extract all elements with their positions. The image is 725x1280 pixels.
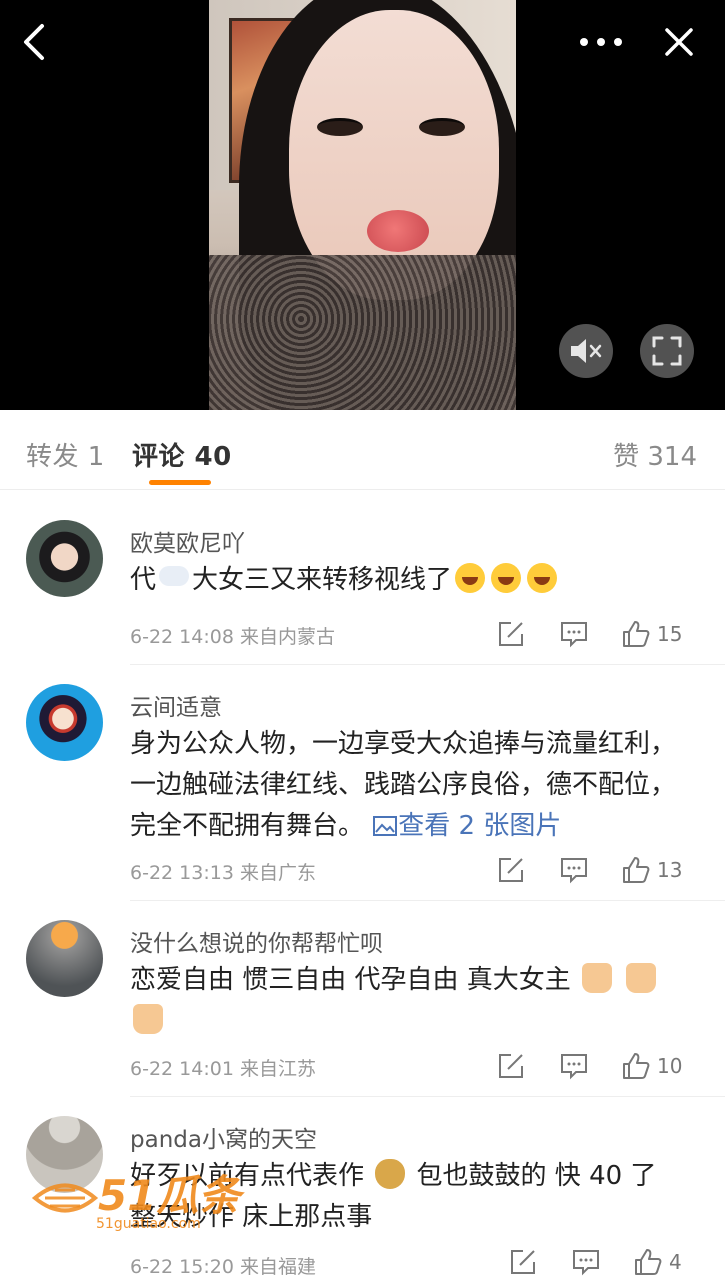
chevron-left-icon (24, 24, 44, 60)
fullscreen-button[interactable] (640, 324, 694, 378)
like-count: 4 (669, 1250, 682, 1274)
video-player[interactable] (0, 0, 725, 410)
video-lips (367, 210, 429, 252)
divider (130, 664, 725, 665)
back-button[interactable] (14, 22, 54, 62)
like-button[interactable]: 13 (621, 852, 682, 888)
comment-text-part: 包也鼓鼓的 快 40 了 (416, 1161, 657, 1191)
comment-text-part: 代 (130, 565, 157, 595)
comment-bubble-icon (573, 1250, 599, 1276)
like-count: 10 (657, 1054, 683, 1078)
repost-button[interactable] (497, 1048, 525, 1084)
like-button[interactable]: 15 (621, 616, 682, 652)
active-tab-indicator (149, 480, 211, 485)
video-frame[interactable] (209, 0, 516, 410)
comment-tabs: 转发 1 评论 40 赞 314 (0, 410, 725, 490)
commenter-name[interactable]: panda小窝的天空 (130, 1120, 317, 1154)
view-images-link[interactable]: 查看 2 张图片 (372, 811, 561, 841)
share-edit-icon (511, 1250, 535, 1274)
muted-speaker-icon (571, 339, 602, 363)
comment-item: 云间适意 身为公众人物，一边享受大众追捧与流量红利，一边触碰法律红线、践踏公序良… (0, 666, 725, 901)
comment-bubble-icon (561, 858, 587, 884)
video-eye-right (419, 118, 465, 136)
view-images-label: 查看 2 张图片 (398, 811, 562, 841)
laugh-cry-emoji-icon (455, 563, 486, 593)
watermark: 51瓜条 51guatiao.com (30, 1160, 255, 1240)
commenter-name[interactable]: 没什么想说的你帮帮忙呗 (130, 924, 383, 958)
commenter-name[interactable]: 云间适意 (130, 688, 222, 722)
watermark-logo-text: 51瓜条 (98, 1171, 241, 1220)
comment-text: 代 大女三又来转移视线了 (130, 560, 690, 601)
comment-item: 没什么想说的你帮帮忙呗 恋爱自由 惯三自由 代孕自由 真大女主 6-22 14:… (0, 902, 725, 1097)
image-icon (373, 816, 398, 836)
money-bag-emoji-icon (375, 1159, 406, 1189)
tab-comment[interactable]: 评论 40 (132, 436, 232, 473)
divider (130, 1096, 725, 1097)
comment-meta: 6-22 15:20 来自福建 (130, 1256, 316, 1278)
thumbs-up-icon (623, 857, 650, 883)
divider (130, 900, 725, 901)
reply-button[interactable] (559, 1048, 589, 1084)
thumbs-up-icon (623, 1053, 650, 1079)
cloud-emoji-icon (159, 566, 190, 586)
reply-button[interactable] (571, 1244, 601, 1280)
close-icon (665, 28, 693, 56)
watermark-logo-icon (31, 1183, 99, 1213)
comment-actions: 13 (485, 852, 725, 888)
comment-actions: 10 (485, 1048, 725, 1084)
thumbs-up-emoji-icon (626, 963, 657, 993)
thumbs-up-icon (635, 1249, 662, 1275)
more-dots-icon (580, 38, 622, 46)
like-count: 15 (657, 622, 683, 646)
thumbs-up-emoji-icon (133, 1004, 163, 1034)
watermark-url: 51guatiao.com (96, 1216, 201, 1232)
reply-button[interactable] (559, 852, 589, 888)
close-button[interactable] (659, 22, 699, 62)
reply-button[interactable] (559, 616, 589, 652)
like-count: 13 (657, 858, 683, 882)
laugh-cry-emoji-icon (491, 563, 522, 593)
avatar[interactable] (26, 920, 103, 997)
share-edit-icon (499, 858, 523, 882)
comment-meta: 6-22 13:13 来自广东 (130, 862, 316, 884)
mute-button[interactable] (559, 324, 613, 378)
video-eye-left (317, 118, 363, 136)
avatar[interactable] (26, 520, 103, 597)
laugh-cry-emoji-icon (527, 563, 558, 593)
repost-button[interactable] (497, 616, 525, 652)
avatar[interactable] (26, 684, 103, 761)
comment-item: 欧莫欧尼吖 代 大女三又来转移视线了 6-22 14:08 来自内蒙古 15 (0, 500, 725, 665)
comment-text: 恋爱自由 惯三自由 代孕自由 真大女主 (130, 960, 690, 1042)
video-lace (209, 255, 516, 410)
repost-button[interactable] (509, 1244, 537, 1280)
comment-text-part: 恋爱自由 惯三自由 代孕自由 真大女主 (130, 965, 571, 995)
fullscreen-icon (652, 336, 682, 366)
share-edit-icon (499, 1054, 523, 1078)
repost-button[interactable] (497, 852, 525, 888)
comment-bubble-icon (561, 1054, 587, 1080)
thumbs-up-emoji-icon (582, 963, 613, 993)
tab-like[interactable]: 赞 314 (613, 436, 697, 473)
like-button[interactable]: 4 (633, 1244, 682, 1280)
comment-actions: 15 (485, 616, 725, 652)
like-button[interactable]: 10 (621, 1048, 682, 1084)
tab-repost[interactable]: 转发 1 (26, 436, 105, 473)
more-button[interactable] (579, 22, 623, 62)
share-edit-icon (499, 622, 523, 646)
comment-bubble-icon (561, 622, 587, 648)
comment-actions: 4 (505, 1244, 725, 1280)
comment-meta: 6-22 14:01 来自江苏 (130, 1058, 316, 1080)
comment-text-part: 大女三又来转移视线了 (192, 565, 453, 595)
comment-meta: 6-22 14:08 来自内蒙古 (130, 626, 335, 648)
comment-text: 身为公众人物，一边享受大众追捧与流量红利，一边触碰法律红线、践踏公序良俗，德不配… (130, 724, 690, 847)
thumbs-up-icon (623, 621, 650, 647)
commenter-name[interactable]: 欧莫欧尼吖 (130, 524, 245, 558)
